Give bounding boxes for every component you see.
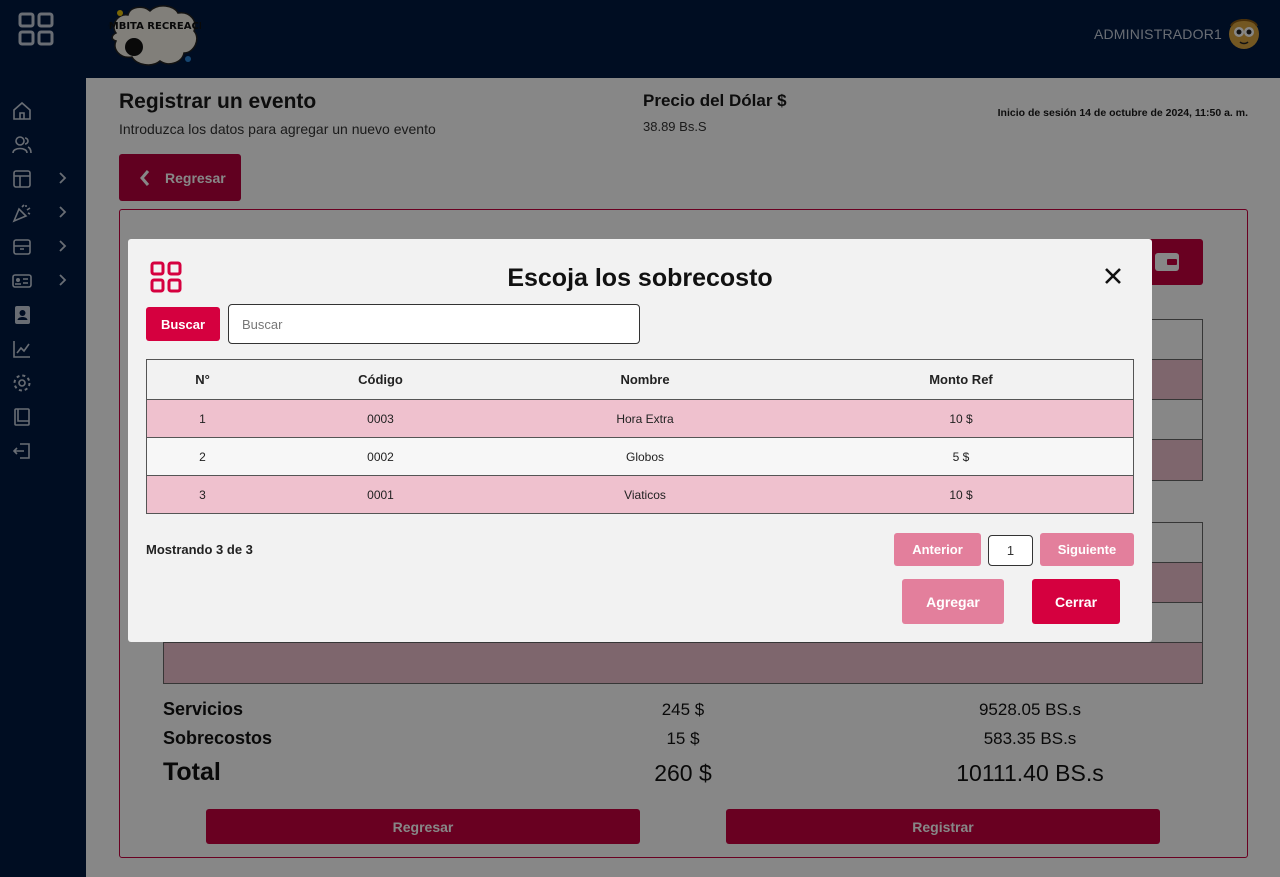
cell-number: 3: [146, 475, 259, 514]
search-input[interactable]: [228, 304, 640, 344]
table-row[interactable]: 3 0001 Viaticos 10 $: [146, 475, 1134, 514]
overcost-picker-modal: Escoja los sobrecosto Buscar N° Código N…: [128, 239, 1152, 642]
cell-name: Globos: [502, 437, 788, 476]
cell-code: 0001: [259, 475, 502, 514]
add-button[interactable]: Agregar: [902, 579, 1004, 624]
page-number-input[interactable]: [988, 535, 1033, 566]
table-row[interactable]: 2 0002 Globos 5 $: [146, 437, 1134, 476]
cell-number: 1: [146, 399, 259, 438]
modal-title: Escoja los sobrecosto: [507, 264, 773, 292]
table-row[interactable]: 1 0003 Hora Extra 10 $: [146, 399, 1134, 438]
previous-page-button[interactable]: Anterior: [894, 533, 981, 566]
close-button[interactable]: Cerrar: [1032, 579, 1120, 624]
cell-amount: 5 $: [788, 437, 1134, 476]
cell-name: Viaticos: [502, 475, 788, 514]
cell-name: Hora Extra: [502, 399, 788, 438]
close-icon[interactable]: [1103, 266, 1123, 286]
column-header-amount: Monto Ref: [788, 359, 1134, 400]
next-page-button[interactable]: Siguiente: [1040, 533, 1134, 566]
cell-amount: 10 $: [788, 475, 1134, 514]
cell-number: 2: [146, 437, 259, 476]
cell-code: 0003: [259, 399, 502, 438]
cell-code: 0002: [259, 437, 502, 476]
column-header-name: Nombre: [502, 359, 788, 400]
column-header-code: Código: [259, 359, 502, 400]
overcosts-table: N° Código Nombre Monto Ref 1 0003 Hora E…: [146, 359, 1134, 514]
pagination-status: Mostrando 3 de 3: [146, 542, 253, 557]
cell-amount: 10 $: [788, 399, 1134, 438]
column-header-number: N°: [146, 359, 259, 400]
search-button[interactable]: Buscar: [146, 307, 220, 341]
table-header-row: N° Código Nombre Monto Ref: [146, 359, 1134, 400]
